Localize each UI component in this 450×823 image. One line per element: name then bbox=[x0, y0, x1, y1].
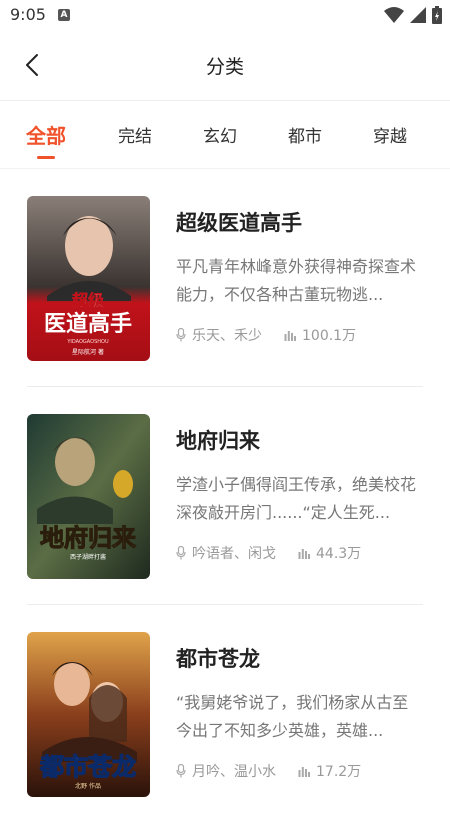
book-title[interactable]: 超级医道高手 bbox=[176, 207, 302, 237]
book-popularity: 17.2万 bbox=[316, 764, 362, 780]
book-cover-art: 都市苍龙 北野 作品 bbox=[27, 632, 150, 797]
svg-text:北野 作品: 北野 作品 bbox=[75, 782, 101, 790]
book-meta: 乐天、禾少 100.1万 bbox=[176, 325, 378, 345]
tab-indicator bbox=[37, 156, 55, 159]
tab-all[interactable]: 全部 bbox=[26, 120, 66, 149]
status-bar: 9:05 A bbox=[0, 0, 450, 30]
stats-icon bbox=[284, 331, 296, 341]
page-title: 分类 bbox=[205, 56, 244, 78]
app-bar: 分类 bbox=[0, 30, 450, 101]
book-popularity: 44.3万 bbox=[316, 546, 362, 562]
book-meta: 吟语者、闲戈 44.3万 bbox=[176, 543, 383, 563]
book-cover[interactable]: 都市苍龙 北野 作品 bbox=[27, 632, 150, 797]
popularity-info: 100.1万 bbox=[284, 325, 356, 345]
book-description: 平凡青年林峰意外获得神奇探查术能力，不仅各种古董玩物逃... bbox=[176, 257, 417, 304]
svg-text:星际航河 著: 星际航河 著 bbox=[72, 348, 104, 356]
status-time: 9:05 bbox=[10, 5, 46, 24]
stats-icon bbox=[298, 767, 310, 777]
book-cover[interactable]: 地府归来 西子湖畔打酱 bbox=[27, 414, 150, 579]
category-tabs: 全部 完结 玄幻 都市 穿越 bbox=[0, 100, 450, 169]
popularity-info: 44.3万 bbox=[298, 543, 361, 563]
svg-text:西子湖畔打酱: 西子湖畔打酱 bbox=[70, 553, 106, 561]
stats-icon bbox=[298, 549, 310, 559]
book-description: 学渣小子偶得阎王传承，绝美校花深夜敲开房门......“定人生死... bbox=[176, 475, 417, 522]
book-cover-art: 地府归来 西子湖畔打酱 bbox=[27, 414, 150, 579]
book-popularity: 100.1万 bbox=[302, 328, 357, 344]
book-cover-art: 超级 医道高手 YIDAOGAOSHOU 星际航河 著 bbox=[27, 196, 150, 361]
tab-urban[interactable]: 都市 bbox=[288, 122, 322, 147]
book-item[interactable]: 都市苍龙 北野 作品 都市苍龙 “我舅姥爷说了，我们杨家从古至今出了不知多少英雄… bbox=[0, 605, 450, 823]
microphone-icon bbox=[176, 764, 186, 778]
book-title[interactable]: 地府归来 bbox=[176, 425, 260, 455]
author-info: 乐天、禾少 bbox=[176, 325, 262, 345]
book-title[interactable]: 都市苍龙 bbox=[176, 643, 260, 673]
book-authors: 月吟、温小水 bbox=[192, 764, 276, 780]
microphone-icon bbox=[176, 546, 186, 560]
battery-icon bbox=[432, 6, 442, 24]
book-item[interactable]: 地府归来 西子湖畔打酱 地府归来 学渣小子偶得阎王传承，绝美校花深夜敲开房门..… bbox=[0, 387, 450, 605]
book-item[interactable]: 超级 医道高手 YIDAOGAOSHOU 星际航河 著 超级医道高手 平凡青年林… bbox=[0, 169, 450, 387]
popularity-info: 17.2万 bbox=[298, 761, 361, 781]
wifi-icon bbox=[384, 7, 404, 23]
svg-text:地府归来: 地府归来 bbox=[40, 523, 137, 552]
author-info: 月吟、温小水 bbox=[176, 761, 276, 781]
tab-time-travel[interactable]: 穿越 bbox=[373, 122, 407, 147]
svg-text:都市苍龙: 都市苍龙 bbox=[39, 752, 136, 781]
svg-text:YIDAOGAOSHOU: YIDAOGAOSHOU bbox=[66, 339, 109, 345]
signal-icon bbox=[410, 7, 426, 23]
book-description: “我舅姥爷说了，我们杨家从古至今出了不知多少英雄，英雄... bbox=[176, 693, 409, 740]
svg-text:超级: 超级 bbox=[71, 291, 105, 310]
notification-icon: A bbox=[58, 9, 70, 21]
book-authors: 乐天、禾少 bbox=[192, 328, 262, 344]
book-authors: 吟语者、闲戈 bbox=[192, 546, 276, 562]
book-cover[interactable]: 超级 医道高手 YIDAOGAOSHOU 星际航河 著 bbox=[27, 196, 150, 361]
tab-fantasy[interactable]: 玄幻 bbox=[203, 122, 237, 147]
svg-text:医道高手: 医道高手 bbox=[44, 311, 132, 337]
author-info: 吟语者、闲戈 bbox=[176, 543, 276, 563]
book-meta: 月吟、温小水 17.2万 bbox=[176, 761, 383, 781]
tab-finished[interactable]: 完结 bbox=[118, 122, 152, 147]
status-icons bbox=[384, 6, 442, 24]
microphone-icon bbox=[176, 328, 186, 342]
